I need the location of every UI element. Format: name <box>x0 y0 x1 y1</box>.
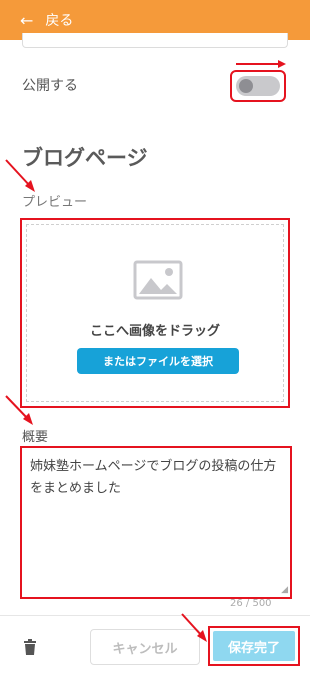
publish-label: 公開する <box>22 78 78 94</box>
trash-icon[interactable] <box>24 639 36 655</box>
image-dropzone[interactable]: ここへ画像をドラッグ またはファイルを選択 <box>20 218 290 408</box>
summary-label: 概要 <box>22 430 49 445</box>
cancel-button[interactable]: キャンセル <box>90 629 200 665</box>
toggle-knob <box>239 79 253 93</box>
summary-text: 姉妹塾ホームページでブログの投稿の仕方をまとめました <box>30 459 277 496</box>
resize-handle-icon[interactable]: ◢ <box>281 585 288 595</box>
publish-toggle-highlight <box>230 70 286 102</box>
save-button[interactable]: 保存完了 <box>213 631 295 661</box>
section-title: ブログページ <box>22 146 148 170</box>
summary-textarea[interactable]: 姉妹塾ホームページでブログの投稿の仕方をまとめました ◢ <box>20 446 292 599</box>
drag-instruction: ここへ画像をドラッグ <box>89 324 220 339</box>
image-placeholder-icon <box>133 260 183 300</box>
publish-toggle[interactable] <box>236 76 280 96</box>
character-counter: 26 / 500 <box>230 598 272 609</box>
preview-label: プレビュー <box>22 195 88 210</box>
previous-input-field[interactable] <box>22 33 288 48</box>
save-button-highlight: 保存完了 <box>208 626 300 666</box>
footer-divider <box>0 615 310 616</box>
select-file-button[interactable]: またはファイルを選択 <box>77 348 239 374</box>
back-arrow-icon[interactable]: ← <box>20 11 33 30</box>
back-button[interactable]: 戻る <box>45 10 73 30</box>
dropzone-border: ここへ画像をドラッグ またはファイルを選択 <box>26 224 284 402</box>
